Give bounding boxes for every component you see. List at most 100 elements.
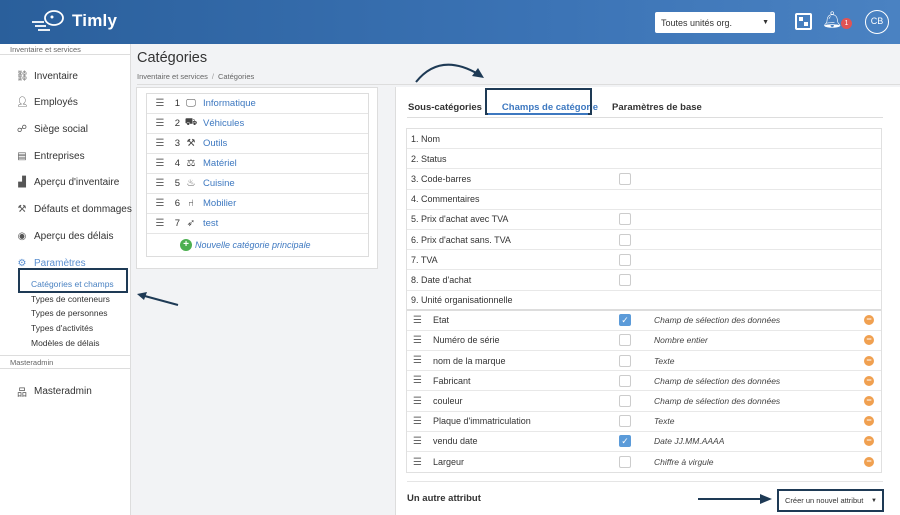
breadcrumb-item[interactable]: Inventaire et services [137,72,208,81]
drag-handle-icon[interactable]: ☰ [413,335,422,346]
required-checkbox[interactable] [619,334,631,347]
drag-handle-icon[interactable]: ☰ [413,315,422,326]
tab-divider [407,117,883,118]
sidebar-subitem-activites[interactable]: Types d'activités [31,323,93,333]
required-checkbox[interactable] [619,233,631,246]
category-row[interactable]: ☰ 5 ♨ Cuisine [147,174,368,194]
fixed-field-row: 3. Code-barres [407,169,881,190]
sidebar-section-inventory: Inventaire et services [0,44,130,55]
category-row[interactable]: ☰ 6 ⑁ Mobilier [147,194,368,214]
fixed-field-row: 2. Status [407,149,881,170]
sidebar-item-employes[interactable]: 👤︎ Employés [16,97,78,108]
sidebar-subitem-delais[interactable]: Modèles de délais [31,338,100,348]
fixed-field-row: 5. Prix d'achat avec TVA [407,210,881,230]
drag-handle-icon[interactable]: ☰ [150,158,170,169]
notification-badge: 1 [841,18,852,29]
bell-icon[interactable]: 🔔︎ [822,10,842,30]
fixed-field-row: 6. Prix d'achat sans. TVA [407,230,881,251]
sidebar-item-masteradmin[interactable]: 品 Masteradmin [16,384,92,399]
drag-handle-icon[interactable]: ☰ [150,138,170,149]
drag-handle-icon[interactable]: ☰ [150,118,170,129]
tab-sous-categories[interactable]: Sous-catégories [408,102,482,113]
remove-attribute-icon[interactable]: − [864,416,874,427]
sidebar-item-apercu-inventaire[interactable]: ▟ Aperçu d'inventaire [16,177,119,188]
remove-attribute-icon[interactable]: − [864,457,874,468]
required-checkbox[interactable] [619,456,631,469]
sidebar-item-siege-social[interactable]: ☍ Siège social [16,124,88,135]
remove-attribute-icon[interactable]: − [864,396,874,407]
breadcrumb: Inventaire et services / Catégories [137,72,255,81]
pot-icon: ♨ [186,178,196,189]
remove-attribute-icon[interactable]: − [864,436,874,447]
sidebar-section-masteradmin: Masteradmin [0,355,131,369]
other-attribute-label: Un autre attribut [407,493,481,504]
category-row[interactable]: ☰ 4 ⚖ Matériel [147,154,368,174]
sidebar-item-inventaire[interactable]: ⛓ Inventaire [16,71,78,82]
sidebar-item-apercu-delais[interactable]: ◉ Aperçu des délais [16,231,114,242]
org-unit-select[interactable]: Toutes unités org. ▼ [655,12,775,33]
required-checkbox-checked[interactable]: ✓ [619,435,631,448]
category-list: ☰ 1 🖵︎ Informatique ☰ 2 ⛟ Véhicules ☰ 3 ⚒ Outils … [146,93,369,257]
drag-handle-icon[interactable]: ☰ [150,198,170,209]
attribute-row: ☰ couleur Champ de sélection des données − [407,391,881,412]
network-icon: ☍ [16,124,28,135]
breadcrumb-item-current: Catégories [217,72,255,81]
drag-handle-icon[interactable]: ☰ [150,218,170,229]
chart-icon: ▟ [18,177,26,188]
remove-attribute-icon[interactable]: − [864,335,874,346]
drag-handle-icon[interactable]: ☰ [150,98,170,109]
brand-name: Timly [72,11,118,30]
attribute-row: ☰ vendu date ✓ Date JJ.MM.AAAA − [407,432,881,452]
required-checkbox-checked[interactable]: ✓ [619,314,631,327]
drag-handle-icon[interactable]: ☰ [413,416,422,427]
plus-icon: + [180,239,192,251]
required-checkbox[interactable] [619,374,631,387]
attribute-row: ☰ Fabricant Champ de sélection des données… [407,371,881,392]
categories-panel: ☰ 1 🖵︎ Informatique ☰ 2 ⛟ Véhicules ☰ 3 ⚒ Outils … [136,87,378,269]
attribute-row: ☰ Plaque d'immatriculation Texte − [407,412,881,432]
sidebar-item-entreprises[interactable]: ▤ Entreprises [16,151,84,162]
sidebar-subitem-personnes[interactable]: Types de personnes [31,308,108,318]
tree-structure-icon: ⛓ [16,71,29,82]
avatar[interactable]: CB [865,10,889,34]
drag-handle-icon[interactable]: ☰ [413,375,422,386]
tab-parametres-base[interactable]: Paramètres de base [612,102,702,113]
drag-handle-icon[interactable]: ☰ [413,396,422,407]
category-row[interactable]: ☰ 1 🖵︎ Informatique [147,94,368,114]
active-tab-indicator [488,113,588,115]
required-checkbox[interactable] [619,354,631,367]
drag-handle-icon[interactable]: ☰ [150,178,170,189]
org-unit-select-value: Toutes unités org. [661,17,733,28]
required-checkbox[interactable] [619,253,631,266]
remove-attribute-icon[interactable]: − [864,355,874,366]
required-checkbox[interactable] [619,213,631,226]
sidebar-subitem-conteneurs[interactable]: Types de conteneurs [31,294,110,304]
required-checkbox[interactable] [619,415,631,428]
attribute-row: ☰ nom de la marque Texte − [407,351,881,372]
highlight-box-tab [485,88,592,115]
eye-icon: ◉ [17,231,27,242]
qr-code-icon[interactable] [795,13,812,30]
page-title: Catégories [137,50,208,66]
required-checkbox[interactable] [619,172,631,185]
category-row[interactable]: ☰ 7 ➶ test [147,214,368,234]
category-row[interactable]: ☰ 3 ⚒ Outils [147,134,368,154]
sidebar-subitem-categories[interactable]: Catégories et champs [31,279,114,289]
logo[interactable]: Timly [30,8,117,34]
drag-handle-icon[interactable]: ☰ [413,457,422,468]
create-attribute-dropdown[interactable]: Créer un nouvel attribut ▼ [777,489,884,512]
drag-handle-icon[interactable]: ☰ [413,436,422,447]
fixed-field-row: 7. TVA [407,250,881,271]
category-row[interactable]: ☰ 2 ⛟ Véhicules [147,114,368,134]
title-divider [137,84,900,85]
remove-attribute-icon[interactable]: − [864,315,874,326]
create-attribute-label: Créer un nouvel attribut [785,496,864,505]
sidebar-item-defauts[interactable]: ⚒ Défauts et dommages [16,204,132,215]
new-category-link[interactable]: + Nouvelle catégorie principale [147,234,368,256]
required-checkbox[interactable] [619,395,631,408]
remove-attribute-icon[interactable]: − [864,375,874,386]
required-checkbox[interactable] [619,273,631,286]
fixed-field-row: 9. Unité organisationnelle [407,291,881,311]
drag-handle-icon[interactable]: ☰ [413,355,422,366]
truck-icon: ⛟ [184,117,198,128]
